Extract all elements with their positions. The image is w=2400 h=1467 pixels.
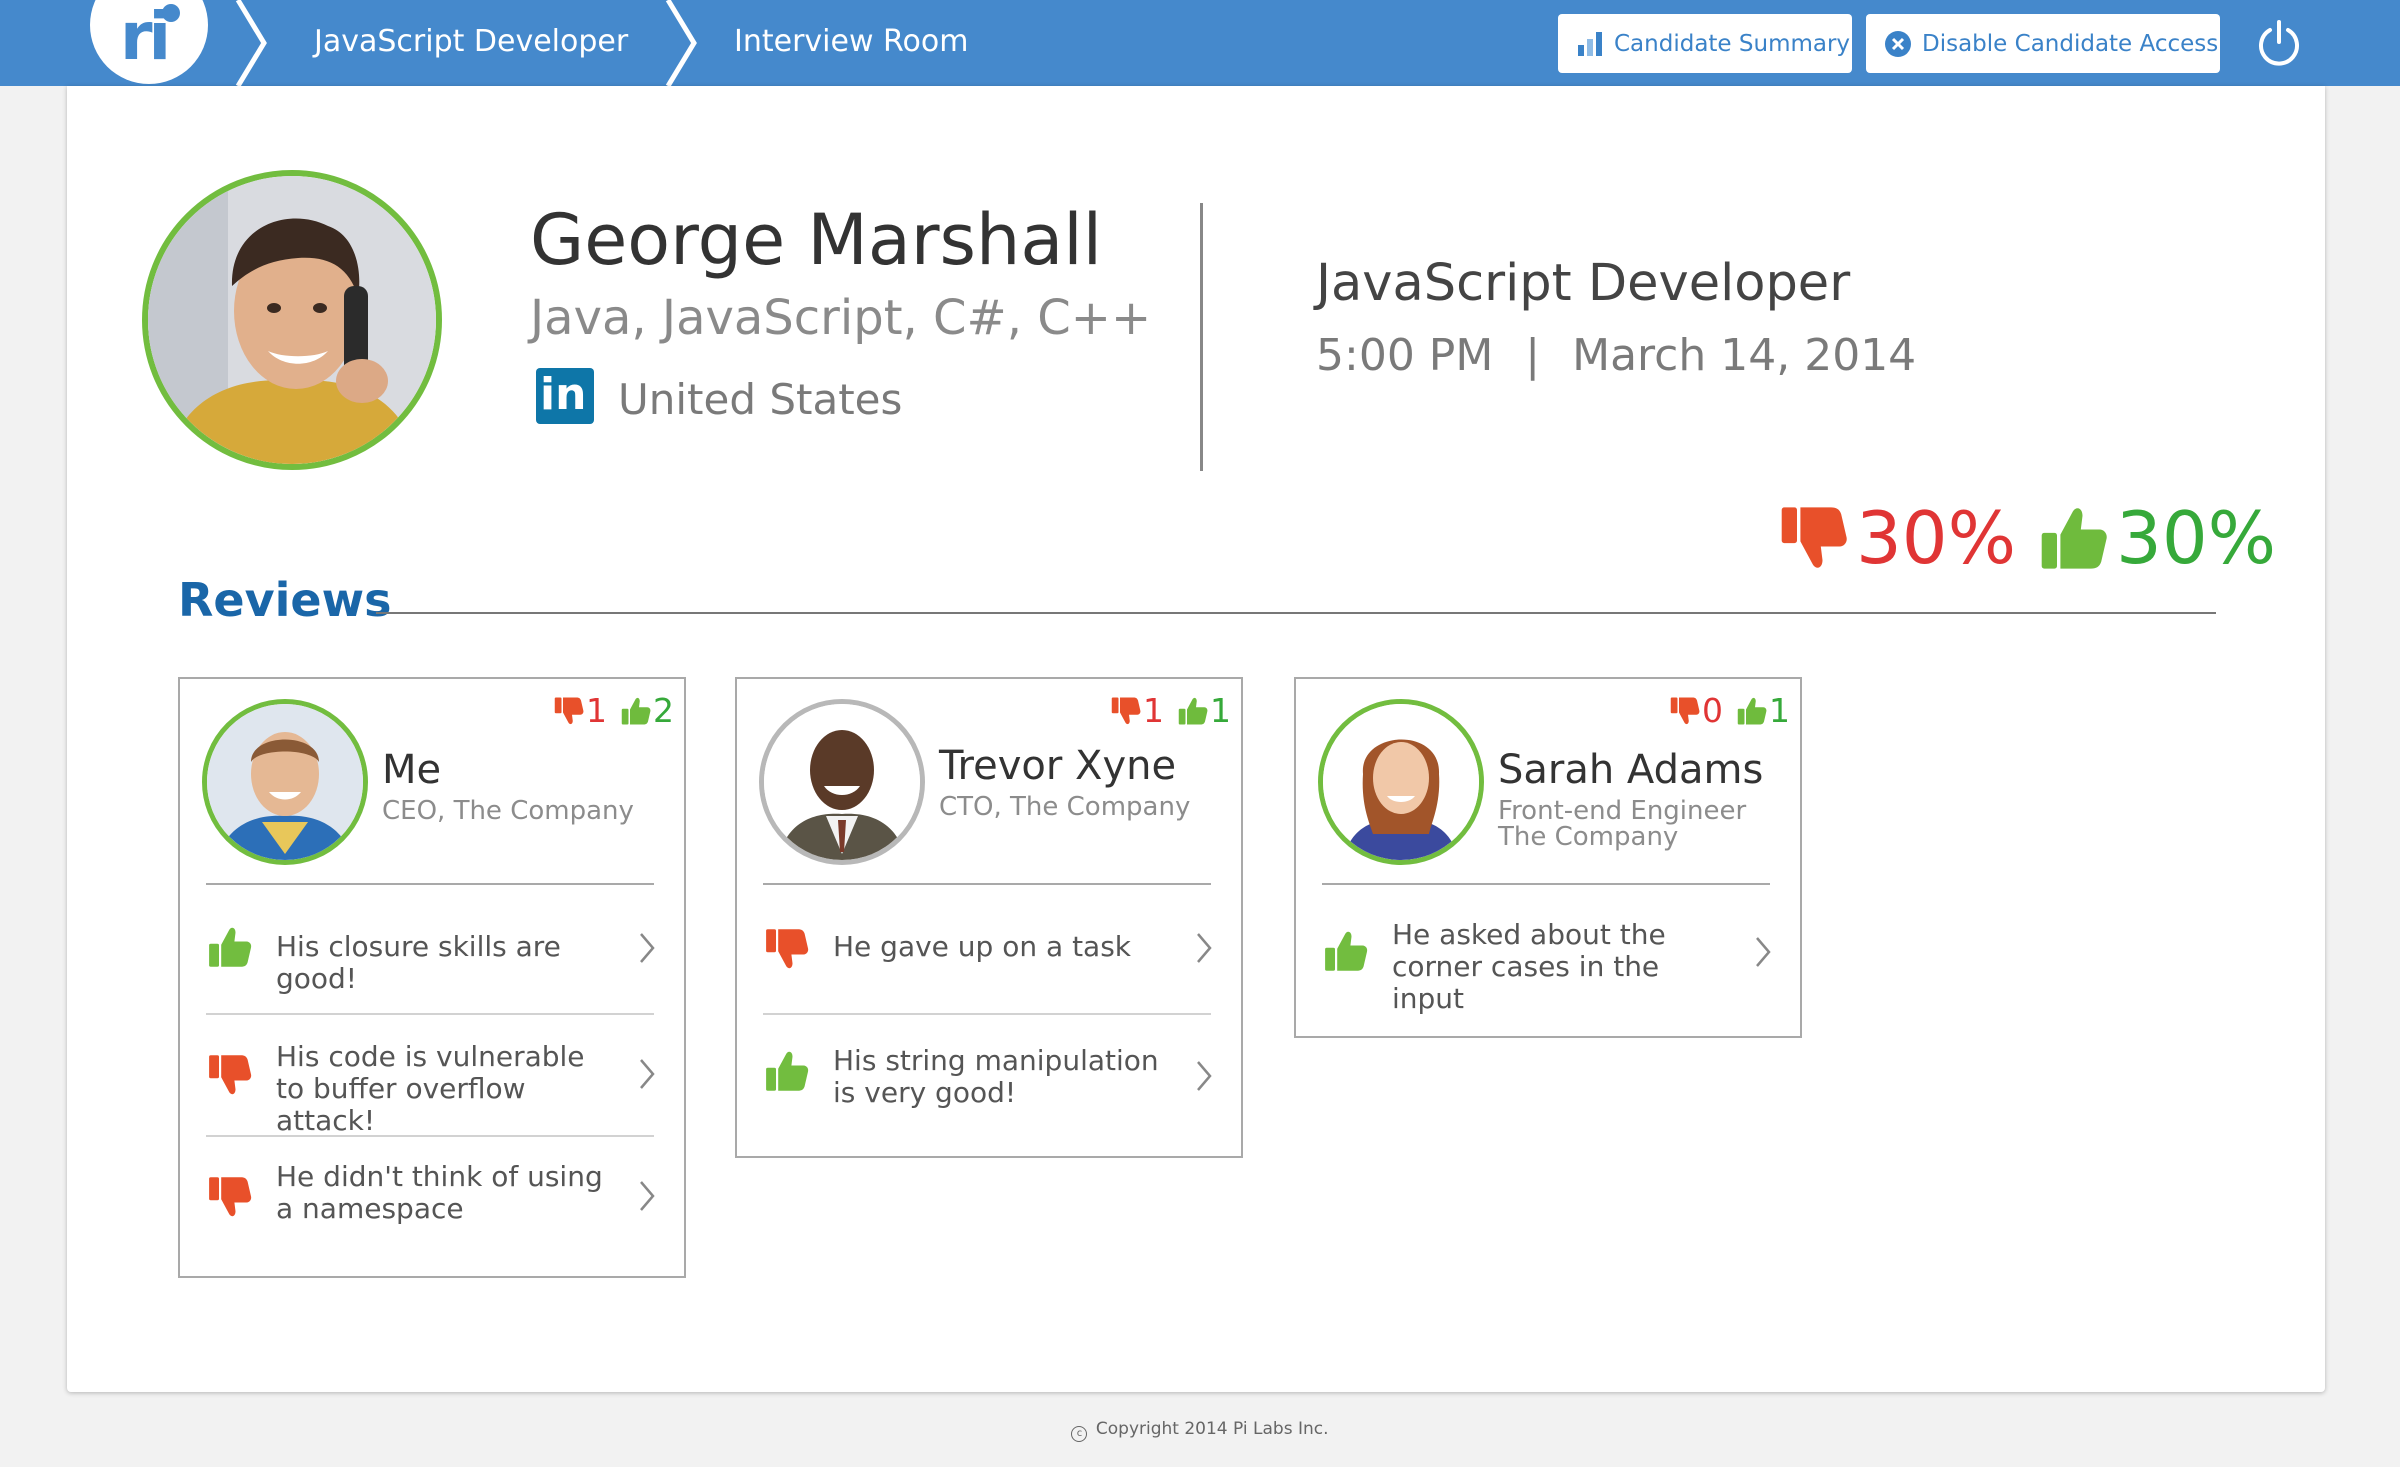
review-item[interactable]: He gave up on a task: [737, 885, 1241, 1011]
review-card-me: 1 2 Me CEO, The Company His closure skil…: [178, 677, 686, 1278]
time-date-separator: |: [1525, 330, 1541, 381]
thumbs-down-icon: [554, 695, 584, 727]
reviewer-avatar: [759, 699, 925, 865]
review-item[interactable]: His code is vulnerable to buffer overflo…: [180, 1015, 684, 1137]
thumbs-down-icon: [208, 1173, 252, 1221]
reviewer-role: CTO, The Company: [939, 792, 1191, 822]
footer: c Copyright 2014 Pi Labs Inc.: [0, 1418, 2400, 1442]
review-text: He asked about the corner cases in the i…: [1392, 918, 1666, 1015]
chevron-right-icon[interactable]: [1195, 1059, 1213, 1093]
reviews-divider: [376, 612, 2216, 614]
thumbs-up-icon: [1324, 927, 1368, 975]
overall-score: 30% 30%: [1780, 493, 2276, 583]
thumbs-up-icon: [1737, 695, 1767, 727]
up-count: 1: [1769, 691, 1790, 730]
chevron-right-icon[interactable]: [638, 1057, 656, 1091]
power-icon[interactable]: [2254, 18, 2304, 68]
bar-chart-icon: [1578, 31, 1602, 56]
interview-time: 5:00 PM | March 14, 2014: [1316, 326, 1916, 386]
down-count: 1: [1143, 691, 1164, 730]
reviewer-role: CEO, The Company: [382, 796, 634, 826]
reviewer-avatar: [1318, 699, 1484, 865]
chevron-right-icon[interactable]: [1754, 935, 1772, 969]
breadcrumb-job[interactable]: JavaScript Developer: [314, 22, 628, 62]
candidate-summary-label: Candidate Summary: [1614, 30, 1851, 57]
review-text: His code is vulnerable to buffer overflo…: [276, 1040, 585, 1137]
thumbs-up-icon: [2040, 500, 2108, 576]
thumbs-down-icon: [765, 925, 809, 973]
logo-dot: [162, 4, 180, 22]
app-logo-text: ri: [120, 0, 171, 75]
candidate-avatar: [142, 170, 442, 470]
review-item[interactable]: His string manipulation is very good!: [737, 1015, 1241, 1135]
up-count: 2: [653, 691, 674, 730]
reviewer-name: Sarah Adams: [1498, 747, 1764, 793]
up-count: 1: [1210, 691, 1231, 730]
candidate-skills: Java, JavaScript, C#, C++: [530, 290, 1152, 346]
reviewer-role: Front-end Engineer: [1498, 796, 1747, 826]
review-text: He gave up on a task: [833, 930, 1132, 963]
reviewer-company: The Company: [1498, 822, 1679, 852]
close-circle-icon: [1885, 30, 1911, 57]
down-count: 0: [1702, 691, 1723, 730]
copyright-icon: c: [1071, 1426, 1088, 1442]
review-text: His closure skills are good!: [276, 930, 561, 995]
candidate-summary-button[interactable]: Candidate Summary: [1558, 14, 1852, 73]
linkedin-icon[interactable]: in: [536, 368, 594, 424]
copyright-text: Copyright 2014 Pi Labs Inc.: [1095, 1419, 1329, 1439]
thumbs-up-icon: [208, 923, 252, 971]
thumbs-down-icon: [208, 1051, 252, 1099]
header-divider: [1200, 203, 1203, 471]
review-card-trevor-xyne: 1 1 Trevor Xyne CTO, The Company He gave…: [735, 677, 1243, 1158]
interview-date: March 14, 2014: [1572, 330, 1917, 381]
thumbs-down-percent: 30%: [1856, 496, 2017, 580]
review-text: His string manipulation is very good!: [833, 1044, 1159, 1109]
review-card-sarah-adams: 0 1 Sarah Adams Front-end Engineer The C…: [1294, 677, 1802, 1038]
reviewer-name: Me: [382, 747, 442, 793]
thumbs-down-icon: [1111, 695, 1141, 727]
review-item[interactable]: His closure skills are good!: [180, 885, 684, 1011]
job-title: JavaScript Developer: [1316, 254, 1851, 313]
review-text: He didn't think of using a namespace: [276, 1160, 603, 1225]
reviewer-avatar: [202, 699, 368, 865]
top-navigation-bar: ri JavaScript Developer Interview Room C…: [0, 0, 2400, 86]
disable-candidate-access-label: Disable Candidate Access: [1922, 30, 2219, 57]
thumbs-down-icon: [1670, 695, 1700, 727]
candidate-name: George Marshall: [530, 199, 1103, 281]
linkedin-label: in: [540, 369, 587, 420]
down-count: 1: [586, 691, 607, 730]
candidate-location: United States: [618, 375, 903, 424]
interview-time-value: 5:00 PM: [1316, 330, 1494, 381]
review-counts: 0 1: [1670, 691, 1790, 731]
chevron-right-icon[interactable]: [638, 931, 656, 965]
breadcrumb-interview-room[interactable]: Interview Room: [734, 22, 968, 62]
breadcrumb-separator-icon: [235, 0, 267, 86]
review-counts: 1 2: [554, 691, 674, 731]
breadcrumb-separator-icon: [665, 0, 697, 86]
thumbs-up-icon: [621, 695, 651, 727]
chevron-right-icon[interactable]: [1195, 931, 1213, 965]
disable-candidate-access-button[interactable]: Disable Candidate Access: [1866, 14, 2220, 73]
thumbs-up-percent: 30%: [2116, 496, 2277, 580]
thumbs-up-icon: [1178, 695, 1208, 727]
review-item[interactable]: He asked about the corner cases in the i…: [1296, 885, 1800, 1025]
reviewer-name: Trevor Xyne: [939, 743, 1177, 789]
thumbs-up-icon: [765, 1047, 809, 1095]
thumbs-down-icon: [1780, 500, 1848, 576]
review-item[interactable]: He didn't think of using a namespace: [180, 1137, 684, 1263]
chevron-right-icon[interactable]: [638, 1179, 656, 1213]
reviews-heading: Reviews: [178, 573, 392, 627]
review-counts: 1 1: [1111, 691, 1231, 731]
